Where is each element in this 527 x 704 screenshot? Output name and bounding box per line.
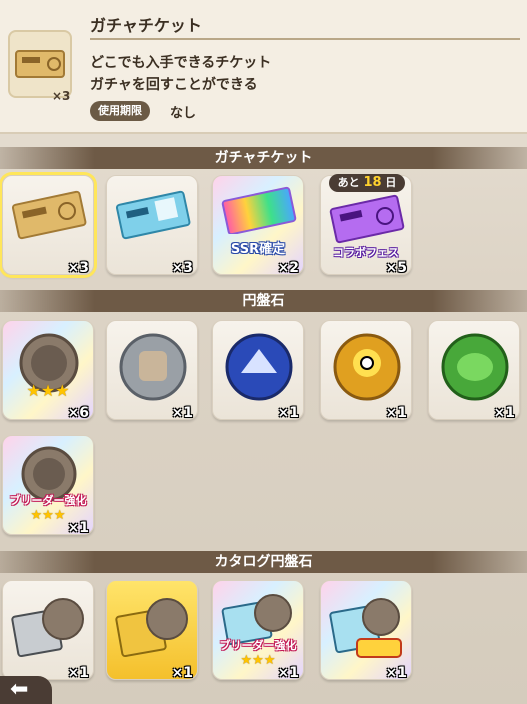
back-button[interactable]: ⬅: [0, 676, 52, 704]
detail-title: ガチャチケット: [90, 16, 202, 35]
breeder-boost-label: ブリーダー強化: [9, 494, 87, 507]
purple-ticket-icon: [329, 194, 405, 244]
badge-suffix: 日: [385, 176, 397, 189]
item-tile-stone-green[interactable]: ×1: [428, 320, 520, 421]
item-tile-catalog-breeder[interactable]: ブリーダー強化 ★★★ ×1: [212, 580, 304, 681]
catalog-anniversary-icon: [329, 598, 402, 658]
item-count: ×1: [67, 520, 89, 536]
section-header-stones: 円盤石: [0, 290, 527, 312]
remaining-days-badge: あと 18 日: [329, 174, 405, 192]
item-count: ×1: [171, 405, 193, 421]
rarity-stars: ★★★: [26, 381, 70, 400]
item-count: ×1: [277, 405, 299, 421]
item-detail-panel: ×3 ガチャチケット どこでも入手できるチケット ガチャを回すことができる 使用…: [0, 0, 527, 134]
item-count: ×5: [385, 260, 407, 276]
item-count: ×1: [385, 665, 407, 681]
green-monster-stone-icon: [441, 333, 509, 401]
item-tile-stone-eye[interactable]: ×1: [320, 320, 412, 421]
item-tile-stone-golem[interactable]: ×1: [106, 320, 198, 421]
collab-label: コラボフェス: [333, 246, 399, 259]
item-tile-blue-ticket[interactable]: ×3: [106, 175, 198, 276]
item-tile-collab-ticket[interactable]: あと 18 日 コラボフェス ×5: [320, 174, 412, 276]
divider: [90, 38, 520, 40]
item-count: ×2: [277, 260, 299, 276]
section-header-gacha: ガチャチケット: [0, 147, 527, 169]
detail-count: ×3: [52, 89, 71, 103]
item-count: ×1: [493, 405, 515, 421]
item-count: ×1: [171, 665, 193, 681]
item-tile-catalog-anniversary[interactable]: ×1: [320, 580, 412, 681]
ssr-label: SSR確定: [230, 242, 286, 257]
badge-prefix: あと: [337, 176, 360, 189]
ticket-icon: [15, 50, 65, 78]
item-count: ×1: [385, 405, 407, 421]
item-count: ×1: [277, 665, 299, 681]
item-tile-stone-breeder[interactable]: ブリーダー強化 ★★★ ×1: [2, 435, 94, 536]
blue-monster-stone-icon: [225, 333, 293, 401]
back-arrow-icon: ⬅: [10, 677, 29, 702]
ssr-ticket-icon: [221, 186, 297, 234]
ticket-icon: [11, 190, 87, 240]
item-tile-catalog-gold[interactable]: ×1: [106, 580, 198, 681]
expiry-value: なし: [170, 106, 197, 121]
badge-days: 18: [363, 175, 382, 190]
item-tile-ssr-ticket[interactable]: SSR確定 ×2: [212, 175, 304, 276]
item-tile-catalog-silver[interactable]: ×1: [2, 580, 94, 681]
section-header-catalog: カタログ円盤石: [0, 551, 527, 573]
item-tile-gacha-ticket[interactable]: ×3: [2, 175, 94, 276]
item-count: ×3: [171, 260, 193, 276]
detail-description-line2: ガチャを回すことができる: [90, 77, 258, 93]
breeder-boost-label: ブリーダー強化: [219, 639, 297, 652]
catalog-silver-icon: [11, 598, 84, 658]
item-tile-stone-lion[interactable]: ★★★ ×6: [2, 320, 94, 421]
golem-stone-icon: [119, 333, 187, 401]
detail-ticket-thumbnail: [8, 30, 72, 98]
expiry-label: 使用期限: [90, 101, 150, 121]
catalog-gold-icon: [115, 598, 188, 658]
detail-description-line1: どこでも入手できるチケット: [90, 55, 272, 71]
item-tile-stone-blue[interactable]: ×1: [212, 320, 304, 421]
blue-ticket-icon: [115, 190, 191, 240]
item-count: ×6: [67, 405, 89, 421]
item-count: ×1: [67, 665, 89, 681]
item-count: ×3: [67, 260, 89, 276]
eye-monster-stone-icon: [333, 333, 401, 401]
